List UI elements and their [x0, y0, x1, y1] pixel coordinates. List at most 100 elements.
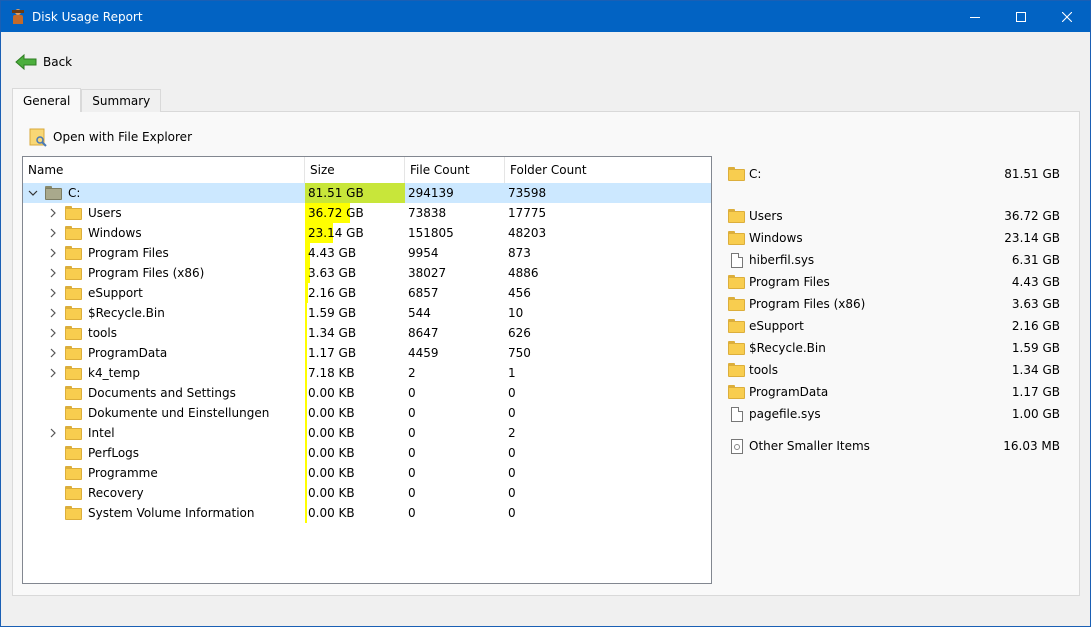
tree-row-size: 23.14 GB	[308, 226, 364, 240]
folder-icon	[65, 406, 82, 420]
chevron-right-icon[interactable]	[47, 283, 59, 303]
folder-icon	[728, 208, 745, 224]
tree-row-folder-count: 873	[508, 246, 531, 260]
tree-rows: C: 81.51 GB 294139 73598 Users 36.72 GB 73838 1…	[23, 183, 711, 523]
summary-list-item[interactable]: hiberfil.sys 6.31 GB	[726, 249, 1066, 271]
close-button[interactable]	[1044, 1, 1090, 32]
tree-row[interactable]: Programme 0.00 KB 0 0	[23, 463, 711, 483]
column-header-file-count[interactable]: File Count	[405, 157, 505, 183]
folder-icon	[728, 166, 745, 182]
tree-row[interactable]: Dokumente und Einstellungen 0.00 KB 0 0	[23, 403, 711, 423]
tree-row[interactable]: tools 1.34 GB 8647 626	[23, 323, 711, 343]
chevron-right-icon[interactable]	[47, 223, 59, 243]
tree-row-file-count: 73838	[408, 206, 447, 220]
tree-row[interactable]: eSupport 2.16 GB 6857 456	[23, 283, 711, 303]
tree-row-size: 1.59 GB	[308, 306, 357, 320]
chevron-right-icon[interactable]	[47, 423, 59, 443]
summary-list-item[interactable]: Other Smaller Items 16.03 MB	[726, 435, 1066, 457]
chevron-right-icon[interactable]	[47, 243, 59, 263]
tree-row[interactable]: Documents and Settings 0.00 KB 0 0	[23, 383, 711, 403]
folder-icon	[728, 230, 745, 246]
folder-icon	[65, 226, 82, 240]
tree-row[interactable]: Program Files (x86) 3.63 GB 38027 4886	[23, 263, 711, 283]
tree-row-name: eSupport	[88, 286, 143, 300]
tree-row[interactable]: C: 81.51 GB 294139 73598	[23, 183, 711, 203]
maximize-button[interactable]	[998, 1, 1044, 32]
tree-row[interactable]: Program Files 4.43 GB 9954 873	[23, 243, 711, 263]
tab-general-label: General	[23, 93, 71, 108]
chevron-right-icon[interactable]	[47, 203, 59, 223]
summary-list-item[interactable]: Users 36.72 GB	[726, 205, 1066, 227]
summary-list-item[interactable]: Program Files 4.43 GB	[726, 271, 1066, 293]
tree-row[interactable]: k4_temp 7.18 KB 2 1	[23, 363, 711, 383]
tree-row-file-count: 0	[408, 406, 416, 420]
tab-general[interactable]: General	[12, 88, 82, 112]
summary-list-item[interactable]: Windows 23.14 GB	[726, 227, 1066, 249]
summary-list-item[interactable]: pagefile.sys 1.00 GB	[726, 403, 1066, 425]
title-bar[interactable]: Disk Usage Report	[1, 1, 1090, 32]
summary-list-item[interactable]: ProgramData 1.17 GB	[726, 381, 1066, 403]
tab-summary-label: Summary	[92, 94, 151, 108]
column-header-name[interactable]: Name	[23, 157, 305, 183]
tree-row[interactable]: $Recycle.Bin 1.59 GB 544 10	[23, 303, 711, 323]
summary-item-name: ProgramData	[749, 385, 829, 399]
tree-row[interactable]: Users 36.72 GB 73838 17775	[23, 203, 711, 223]
tree-row-file-count: 0	[408, 486, 416, 500]
tree-row-size: 3.63 GB	[308, 266, 357, 280]
tree-row-size: 36.72 GB	[308, 206, 364, 220]
app-window: Disk Usage Report Back General Summary O…	[0, 0, 1091, 627]
summary-list-item[interactable]: tools 1.34 GB	[726, 359, 1066, 381]
tree-row-name: Intel	[88, 426, 115, 440]
chevron-right-icon[interactable]	[47, 343, 59, 363]
tree-row-file-count: 0	[408, 446, 416, 460]
chevron-down-icon[interactable]	[27, 183, 39, 203]
column-header-folder-count[interactable]: Folder Count	[505, 157, 711, 183]
chevron-right-icon[interactable]	[47, 303, 59, 323]
tab-summary[interactable]: Summary	[81, 89, 162, 112]
summary-list-item[interactable]: eSupport 2.16 GB	[726, 315, 1066, 337]
column-header-size[interactable]: Size	[305, 157, 405, 183]
summary-item-size: 1.00 GB	[1011, 407, 1060, 421]
folder-icon	[65, 266, 82, 280]
summary-list-item[interactable]: Program Files (x86) 3.63 GB	[726, 293, 1066, 315]
tree-row-file-count: 38027	[408, 266, 447, 280]
tree-row-name: C:	[68, 186, 81, 200]
tree-row[interactable]: ProgramData 1.17 GB 4459 750	[23, 343, 711, 363]
window-controls	[952, 1, 1090, 32]
tree-row[interactable]: Recovery 0.00 KB 0 0	[23, 483, 711, 503]
file-icon	[728, 252, 745, 268]
chevron-right-icon[interactable]	[47, 323, 59, 343]
tree-row-size: 0.00 KB	[308, 426, 355, 440]
tree-row-name: Dokumente und Einstellungen	[88, 406, 270, 420]
folder-icon	[65, 426, 82, 440]
tree-row-file-count: 9954	[408, 246, 439, 260]
summary-item-size: 81.51 GB	[1004, 167, 1060, 181]
tree-row-folder-count: 73598	[508, 186, 547, 200]
tree-row[interactable]: PerfLogs 0.00 KB 0 0	[23, 443, 711, 463]
summary-item-size: 6.31 GB	[1011, 253, 1060, 267]
open-file-explorer-button[interactable]: Open with File Explorer	[29, 125, 192, 149]
summary-item-name: Users	[749, 209, 783, 223]
tree-row-name: Program Files (x86)	[88, 266, 205, 280]
tree-row[interactable]: System Volume Information 0.00 KB 0 0	[23, 503, 711, 523]
tree-row[interactable]: Windows 23.14 GB 151805 48203	[23, 223, 711, 243]
summary-list-item[interactable]: C: 81.51 GB	[726, 163, 1066, 185]
back-button[interactable]: Back	[15, 51, 72, 73]
folder-tree-view[interactable]: Name Size File Count Folder Count C: 81.5…	[22, 156, 712, 584]
summary-item-size: 23.14 GB	[1004, 231, 1060, 245]
summary-item-size: 16.03 MB	[1003, 439, 1060, 453]
window-title: Disk Usage Report	[32, 9, 143, 24]
folder-icon	[65, 366, 82, 380]
folder-icon	[65, 206, 82, 220]
tree-row-file-count: 6857	[408, 286, 439, 300]
tree-row[interactable]: Intel 0.00 KB 0 2	[23, 423, 711, 443]
summary-item-name: hiberfil.sys	[749, 253, 815, 267]
tree-row-size: 0.00 KB	[308, 406, 355, 420]
chevron-right-icon[interactable]	[47, 263, 59, 283]
chevron-right-icon[interactable]	[47, 363, 59, 383]
close-icon	[1062, 11, 1072, 22]
summary-list-item[interactable]: $Recycle.Bin 1.59 GB	[726, 337, 1066, 359]
drive-folder-icon	[45, 186, 62, 200]
folder-icon	[65, 246, 82, 260]
minimize-button[interactable]	[952, 1, 998, 32]
